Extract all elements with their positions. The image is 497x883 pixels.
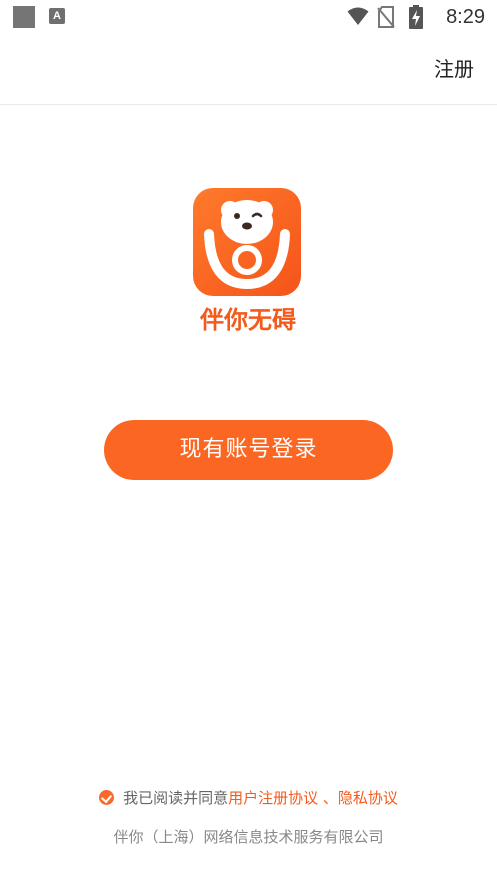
agreement-prefix: 我已阅读并同意 — [123, 789, 229, 807]
wifi-icon — [347, 7, 369, 25]
clock-time: 8:29 — [446, 6, 485, 28]
bear-icon — [193, 188, 301, 296]
battery-charging-icon — [409, 5, 423, 29]
agreement-separator: 、 — [318, 789, 338, 807]
existing-account-login-button[interactable]: 现有账号登录 — [104, 420, 393, 480]
privacy-policy-link[interactable]: 隐私协议 — [338, 789, 398, 807]
agreement-line: 我已阅读并同意用户注册协议 、隐私协议 — [0, 787, 497, 809]
app-logo — [193, 188, 301, 296]
company-name: 伴你（上海）网络信息技术服务有限公司 — [113, 828, 384, 846]
status-bar: A 8:29 — [0, 0, 497, 34]
no-sim-icon — [377, 6, 395, 28]
notification-a-icon: A — [49, 8, 65, 24]
checkbox-checked-icon[interactable] — [99, 790, 115, 805]
register-button[interactable]: 注册 — [434, 57, 474, 81]
top-bar: 注册 — [0, 34, 497, 105]
app-notification-icon — [13, 6, 35, 28]
app-name: 伴你无碍 — [200, 306, 296, 334]
user-agreement-link[interactable]: 用户注册协议 — [228, 789, 318, 807]
